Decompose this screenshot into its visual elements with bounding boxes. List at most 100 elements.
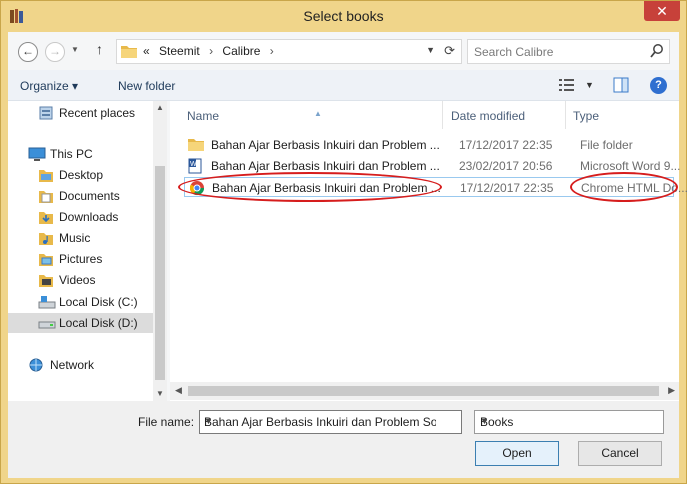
folder-icon: [38, 167, 54, 186]
file-date: 23/02/2017 20:56: [459, 159, 553, 173]
chevron-down-icon[interactable]: ▼: [204, 416, 457, 426]
chevron-down-icon[interactable]: ▼: [426, 45, 435, 55]
column-divider[interactable]: [442, 101, 443, 129]
drive-icon: [38, 294, 56, 313]
command-bar: Organize ▾ New folder ▼ ?: [8, 70, 679, 101]
computer-icon: [28, 146, 46, 165]
forward-button[interactable]: →: [45, 42, 65, 62]
address-row: ← → ▼ ↑ « Steemit › Calibre › ▼ ⟳ Search…: [8, 32, 679, 70]
search-placeholder: Search Calibre: [474, 45, 554, 59]
sidebar-item-label: Local Disk (C:): [59, 295, 138, 309]
file-name-label: File name:: [138, 415, 195, 429]
sidebar-item-label: Downloads: [59, 210, 119, 224]
select-books-dialog: Select books ✕ ← → ▼ ↑ « Steemit › Calib…: [0, 0, 687, 484]
scroll-right-arrow-icon[interactable]: ▶: [668, 385, 675, 396]
chrome-html-icon: [189, 180, 205, 199]
sidebar-item-local-disk-d[interactable]: Local Disk (D:): [8, 313, 153, 333]
breadcrumb-steemit[interactable]: Steemit: [159, 44, 200, 58]
file-list: ▲ Name Date modified Type Bahan Ajar Ber…: [170, 101, 687, 401]
open-button[interactable]: Open: [475, 441, 559, 466]
address-bar[interactable]: « Steemit › Calibre › ▼ ⟳: [116, 39, 462, 64]
folder-icon: [38, 209, 54, 228]
file-date: 17/12/2017 22:35: [459, 138, 553, 152]
navigation-scrollbar[interactable]: ▲ ▼: [153, 101, 167, 401]
sidebar-item-desktop[interactable]: Desktop: [8, 165, 153, 185]
file-name: Bahan Ajar Berbasis Inkuiri dan Problem …: [211, 159, 440, 173]
file-type: File folder: [580, 138, 633, 152]
sidebar-item-music[interactable]: Music: [8, 228, 153, 248]
sidebar-item-label: This PC: [50, 147, 93, 161]
new-folder-button[interactable]: New folder: [118, 79, 175, 93]
scroll-up-arrow-icon[interactable]: ▲: [156, 103, 164, 112]
breadcrumb-overflow[interactable]: «: [143, 44, 150, 58]
network-icon: [28, 357, 46, 376]
folder-icon: [38, 188, 54, 207]
sidebar-item-documents[interactable]: Documents: [8, 186, 153, 206]
refresh-icon[interactable]: ⟳: [444, 43, 455, 59]
column-header-type[interactable]: Type: [573, 109, 599, 123]
close-button[interactable]: ✕: [644, 1, 680, 21]
chevron-down-icon[interactable]: ▼: [480, 416, 658, 426]
file-date: 17/12/2017 22:35: [460, 181, 554, 195]
folder-icon: [38, 272, 54, 291]
view-options-chevron-icon[interactable]: ▼: [585, 80, 594, 90]
column-header-date-modified[interactable]: Date modified: [451, 109, 525, 123]
sidebar-item-label: Music: [59, 231, 91, 245]
scroll-down-arrow-icon[interactable]: ▼: [156, 389, 164, 398]
folder-icon: [38, 251, 54, 270]
recent-locations-chevron-icon[interactable]: ▼: [71, 45, 79, 54]
sidebar-item-label: Documents: [59, 189, 120, 203]
column-headers: ▲ Name Date modified Type: [170, 101, 679, 129]
sort-ascending-icon: ▲: [314, 109, 322, 118]
column-header-name[interactable]: Name: [187, 109, 219, 123]
cancel-button[interactable]: Cancel: [578, 441, 662, 466]
sidebar-item-recent-places[interactable]: Recent places: [8, 103, 153, 123]
sidebar-item-label: Pictures: [59, 252, 103, 266]
details-view-icon[interactable]: [558, 77, 576, 96]
breadcrumb-separator[interactable]: ›: [270, 44, 274, 58]
recent-places-icon: [38, 105, 54, 124]
file-type: Chrome HTML Do...: [581, 181, 687, 195]
file-type-filter[interactable]: Books ▼: [474, 410, 664, 434]
folder-icon: [121, 44, 137, 61]
search-icon[interactable]: [650, 43, 664, 62]
folder-icon: [38, 230, 54, 249]
sidebar-item-label: Desktop: [59, 168, 104, 182]
file-type: Microsoft Word 9...: [580, 159, 681, 173]
file-list-horizontal-scrollbar[interactable]: ◀ ▶: [170, 382, 679, 400]
sidebar-item-downloads[interactable]: Downloads: [8, 207, 153, 227]
scroll-left-arrow-icon[interactable]: ◀: [175, 385, 182, 396]
breadcrumb-calibre[interactable]: Calibre: [222, 44, 260, 58]
title-bar[interactable]: Select books ✕: [1, 1, 686, 32]
scrollbar-thumb[interactable]: [188, 386, 659, 396]
file-row[interactable]: W Bahan Ajar Berbasis Inkuiri dan Proble…: [184, 156, 680, 177]
breadcrumb-separator[interactable]: ›: [209, 44, 213, 58]
sidebar-item-label: Local Disk (D:): [59, 316, 138, 330]
dialog-body: ← → ▼ ↑ « Steemit › Calibre › ▼ ⟳ Search…: [8, 32, 687, 478]
file-row-selected[interactable]: Bahan Ajar Berbasis Inkuiri dan Problem …: [184, 177, 687, 199]
dialog-footer: File name: Bahan Ajar Berbasis Inkuiri d…: [8, 401, 679, 478]
sidebar-item-videos[interactable]: Videos: [8, 270, 153, 290]
word-document-icon: W: [188, 158, 202, 177]
column-divider[interactable]: [565, 101, 566, 129]
svg-text:W: W: [190, 161, 197, 168]
help-icon[interactable]: ?: [650, 77, 667, 94]
sidebar-item-local-disk-c[interactable]: Local Disk (C:): [8, 292, 153, 312]
folder-icon: [188, 137, 204, 154]
file-row[interactable]: Bahan Ajar Berbasis Inkuiri dan Problem …: [184, 135, 674, 155]
back-button[interactable]: ←: [18, 42, 38, 62]
sidebar-item-label: Recent places: [59, 106, 136, 120]
sidebar-item-label: Network: [50, 358, 95, 372]
sidebar-item-pictures[interactable]: Pictures: [8, 249, 153, 269]
search-box[interactable]: Search Calibre: [467, 39, 670, 64]
sidebar-item-this-pc[interactable]: This PC: [8, 144, 153, 164]
drive-icon: [38, 315, 56, 334]
sidebar-item-network[interactable]: Network: [8, 355, 153, 375]
up-arrow-icon[interactable]: ↑: [96, 41, 103, 57]
preview-pane-icon[interactable]: [613, 77, 629, 96]
file-name-field[interactable]: Bahan Ajar Berbasis Inkuiri dan Problem …: [199, 410, 462, 434]
scrollbar-thumb[interactable]: [155, 166, 165, 380]
organize-menu[interactable]: Organize ▾: [20, 79, 78, 93]
dialog-title: Select books: [303, 8, 384, 24]
navigation-pane: Recent places This PC Desktop Documents: [8, 101, 167, 401]
